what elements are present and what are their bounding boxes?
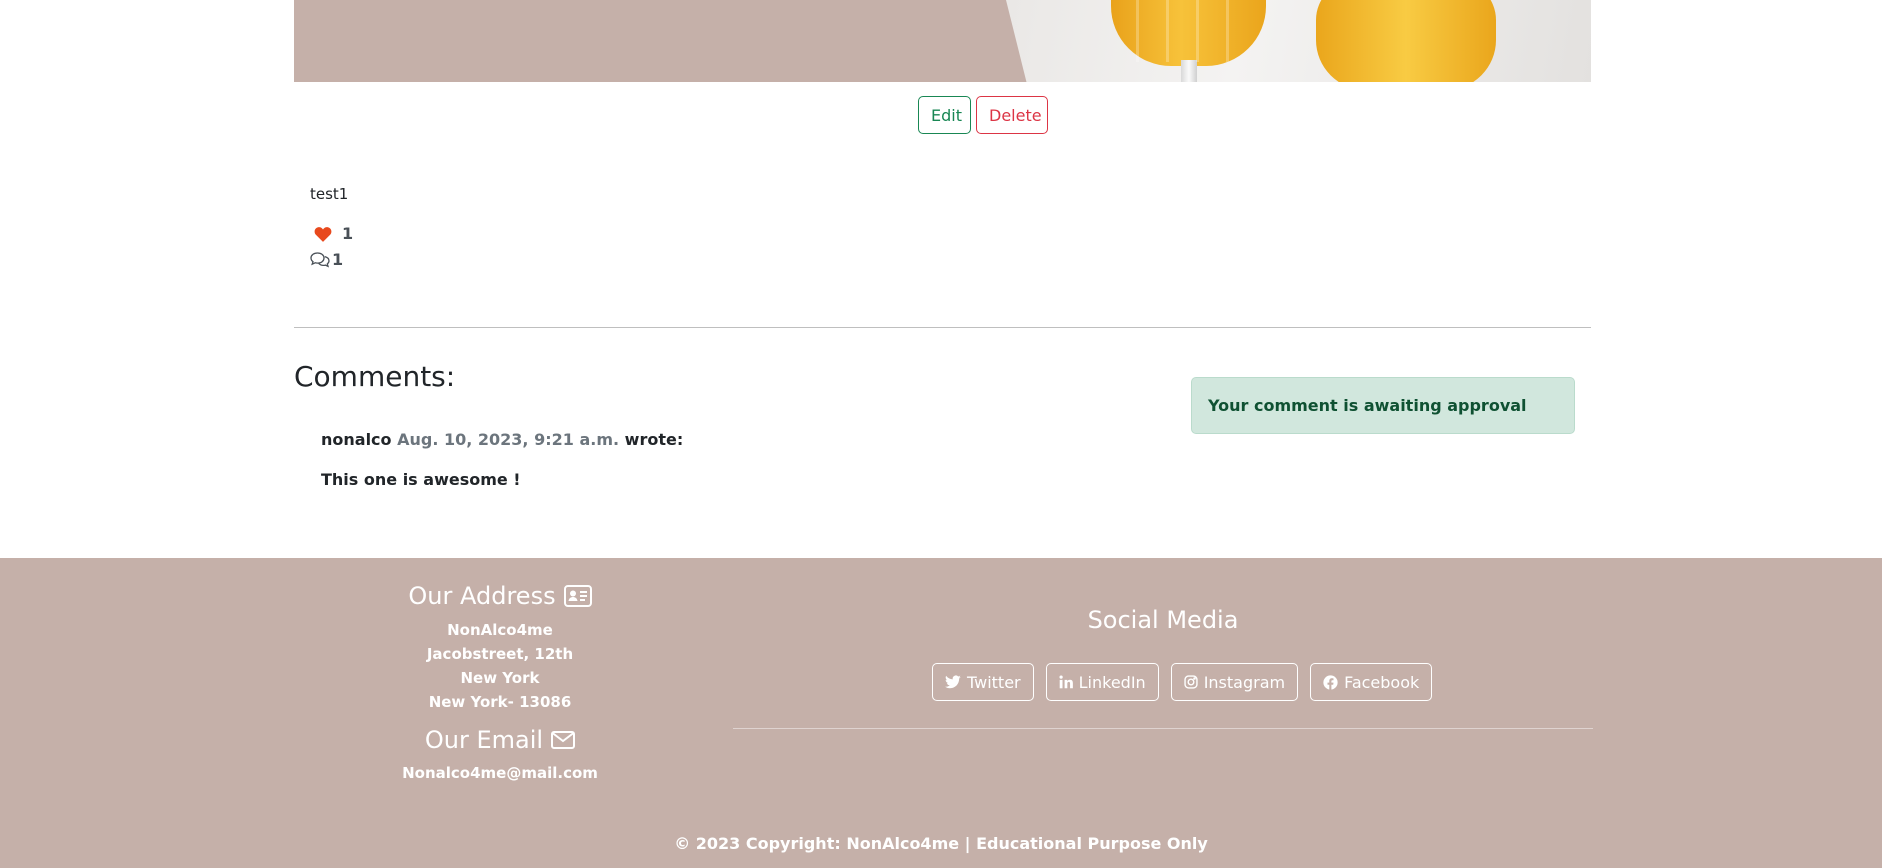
address-line: New York [460, 669, 540, 687]
glass-rib [1166, 0, 1169, 62]
linkedin-button[interactable]: LinkedIn [1045, 663, 1159, 701]
email-title: Our Email [424, 726, 544, 754]
linkedin-icon [1059, 675, 1073, 689]
edit-button[interactable]: Edit [918, 96, 971, 134]
facebook-button[interactable]: Facebook [1310, 663, 1433, 701]
social-links: Twitter LinkedIn Instagram Facebook [932, 663, 1433, 701]
like-count: 1 [342, 224, 354, 243]
instagram-icon [1184, 675, 1198, 689]
instagram-button[interactable]: Instagram [1170, 663, 1299, 701]
comment-count: 1 [332, 250, 344, 269]
delete-button[interactable]: Delete [976, 96, 1048, 134]
social-heading: Social Media [1087, 606, 1239, 634]
heart-icon[interactable] [314, 226, 332, 242]
post-hero-image [294, 0, 1591, 82]
email-heading: Our Email [380, 726, 620, 754]
facebook-icon [1323, 674, 1338, 690]
address-line: New York- 13086 [428, 693, 572, 711]
address-title: Our Address [408, 582, 556, 610]
glass-rib [1226, 0, 1229, 62]
section-divider [294, 327, 1591, 328]
post-content: test1 [310, 185, 349, 203]
linkedin-label: LinkedIn [1078, 672, 1146, 692]
approval-alert: Your comment is awaiting approval [1191, 377, 1575, 434]
glass-left [1111, 0, 1266, 66]
glass-rib [1196, 0, 1199, 62]
twitter-button[interactable]: Twitter [932, 663, 1034, 701]
glass-right [1316, 0, 1496, 82]
address-heading: Our Address [380, 582, 620, 610]
comment-wrote: wrote: [624, 430, 684, 449]
twitter-label: Twitter [967, 672, 1021, 692]
post-actions: Edit Delete [0, 96, 1882, 134]
email-address[interactable]: Nonalco4me@mail.com [380, 764, 620, 782]
facebook-label: Facebook [1344, 672, 1420, 692]
address-line: NonAlco4me [447, 621, 553, 639]
comment-header: nonalco Aug. 10, 2023, 9:21 a.m. wrote: [321, 430, 683, 449]
address-line: Jacobstreet, 12th [426, 645, 574, 663]
footer-divider [733, 728, 1593, 729]
drinks-photo [1006, 0, 1591, 82]
comments-heading: Comments: [294, 360, 456, 393]
comment-author: nonalco [321, 430, 392, 449]
comments-icon [310, 251, 330, 269]
site-footer: Our Address NonAlco4me Jacobstreet, 12th… [0, 558, 1882, 868]
envelope-icon [551, 731, 576, 749]
address-card-icon [563, 585, 592, 607]
glass-rib [1136, 0, 1139, 62]
glass-stem [1181, 60, 1197, 82]
like-counter[interactable]: 1 [314, 224, 353, 243]
comment-date: Aug. 10, 2023, 9:21 a.m. [397, 430, 620, 449]
copyright-text: © 2023 Copyright: NonAlco4me | Education… [674, 834, 1208, 853]
comment-counter: 1 [310, 250, 343, 269]
comment-body: This one is awesome ! [321, 470, 521, 489]
address-column: Our Address NonAlco4me Jacobstreet, 12th… [380, 582, 620, 782]
instagram-label: Instagram [1203, 672, 1286, 692]
address-lines: NonAlco4me Jacobstreet, 12th New York Ne… [380, 618, 620, 714]
twitter-icon [945, 675, 961, 689]
